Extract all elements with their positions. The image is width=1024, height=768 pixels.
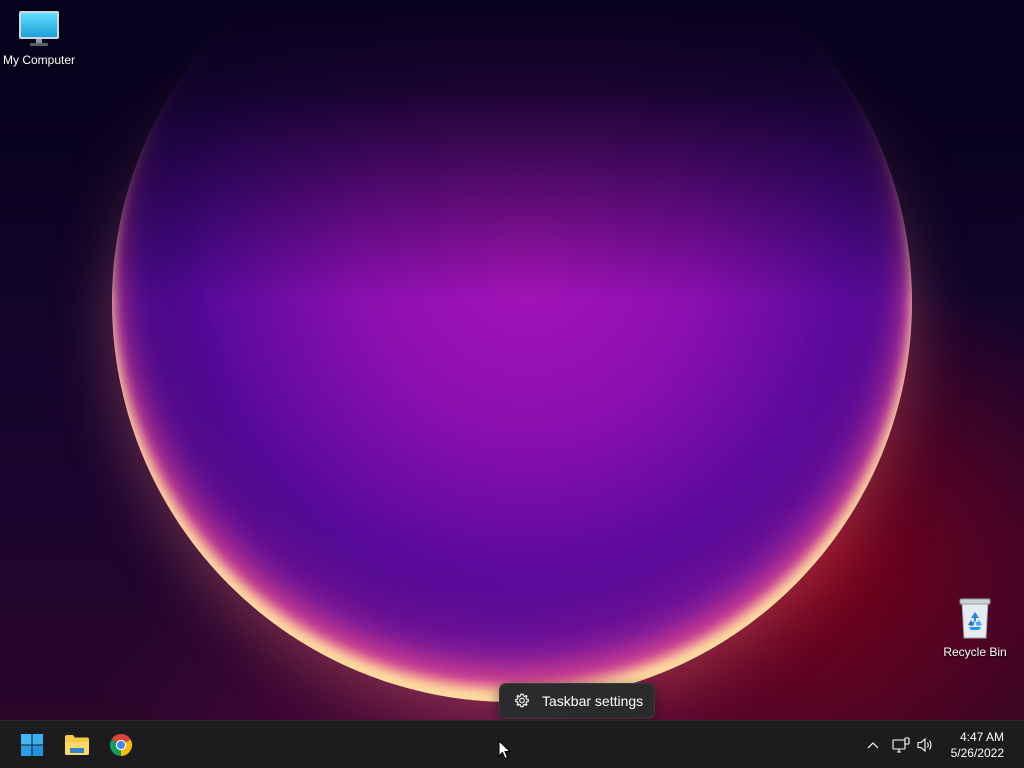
- chevron-up-icon: [867, 742, 879, 749]
- volume-icon: [917, 737, 932, 753]
- clock-date: 5/26/2022: [950, 746, 1004, 760]
- file-explorer-button[interactable]: [57, 725, 97, 765]
- network-button[interactable]: [891, 735, 911, 755]
- windows-logo-icon: [21, 734, 43, 756]
- mouse-pointer-icon: [498, 740, 512, 760]
- clock[interactable]: 4:47 AM 5/26/2022: [940, 729, 1018, 761]
- chrome-button[interactable]: [101, 725, 141, 765]
- clock-time: 4:47 AM: [959, 730, 1004, 744]
- chrome-icon: [109, 734, 133, 756]
- desktop-icon-my-computer[interactable]: My Computer: [0, 8, 79, 67]
- taskbar-context-menu: Taskbar settings: [499, 683, 655, 719]
- desktop-icon-label: Recycle Bin: [943, 645, 1007, 659]
- recycle-bin-icon: [959, 598, 991, 639]
- start-button[interactable]: [12, 725, 52, 765]
- desktop[interactable]: My Computer Recycle Bin Taskbar settings: [0, 0, 1024, 720]
- folder-icon: [65, 735, 89, 755]
- volume-button[interactable]: [916, 735, 936, 755]
- show-hidden-icons-button[interactable]: [863, 735, 883, 755]
- desktop-icon-label: My Computer: [2, 53, 76, 67]
- desktop-icon-recycle-bin[interactable]: Recycle Bin: [935, 596, 1015, 659]
- gear-icon: [514, 693, 530, 709]
- computer-monitor-icon: [19, 11, 59, 46]
- taskbar[interactable]: 4:47 AM 5/26/2022: [0, 720, 1024, 768]
- menu-item-taskbar-settings[interactable]: Taskbar settings: [504, 687, 650, 715]
- network-icon: [892, 737, 910, 753]
- wallpaper-shade: [0, 0, 1024, 300]
- menu-item-label: Taskbar settings: [542, 693, 644, 709]
